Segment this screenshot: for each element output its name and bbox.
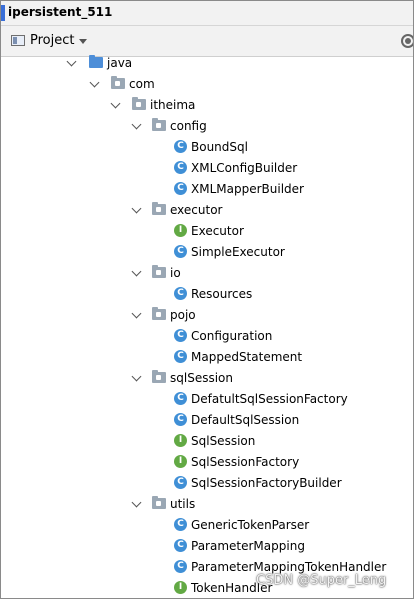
chevron-down-icon[interactable] bbox=[131, 308, 142, 319]
tree-node-label: Executor bbox=[191, 224, 244, 238]
tree-node-label: pojo bbox=[170, 308, 196, 322]
tree-node-resources[interactable]: C Resources bbox=[1, 284, 413, 304]
interface-icon: I bbox=[174, 224, 187, 237]
class-icon: C bbox=[174, 476, 187, 489]
tree-node-xmlconfigbuilder[interactable]: C XMLConfigBuilder bbox=[1, 158, 413, 178]
package-folder-icon bbox=[152, 307, 166, 320]
chevron-down-icon[interactable] bbox=[131, 203, 142, 214]
chevron-down-icon[interactable] bbox=[66, 56, 77, 67]
chevron-down-icon[interactable] bbox=[131, 266, 142, 277]
watermark-text: CSDN @Super_Leng bbox=[256, 573, 387, 588]
package-folder-icon bbox=[152, 265, 166, 278]
package-folder-icon bbox=[111, 76, 125, 89]
class-icon: C bbox=[174, 161, 187, 174]
tree-node-java[interactable]: java bbox=[1, 53, 413, 73]
tree-node-label: GenericTokenParser bbox=[191, 518, 310, 532]
project-view-icon bbox=[11, 35, 25, 46]
tree-node-label: XMLMapperBuilder bbox=[191, 182, 304, 196]
tree-node-label: Resources bbox=[191, 287, 253, 301]
tree-node-label: SqlSessionFactoryBuilder bbox=[191, 476, 342, 490]
tree-node-config[interactable]: config bbox=[1, 116, 413, 136]
tree-node-label: SqlSessionFactory bbox=[191, 455, 300, 469]
tree-node-label: SimpleExecutor bbox=[191, 245, 285, 259]
class-icon: C bbox=[174, 518, 187, 531]
class-icon: C bbox=[174, 350, 187, 363]
tree-node-parametermapping[interactable]: C ParameterMapping bbox=[1, 536, 413, 556]
interface-icon: I bbox=[174, 581, 187, 594]
tree-node-mappedstatement[interactable]: C MappedStatement bbox=[1, 347, 413, 367]
tree-node-label: executor bbox=[170, 203, 223, 217]
tree-node-label: XMLConfigBuilder bbox=[191, 161, 298, 175]
package-folder-icon bbox=[132, 97, 146, 110]
project-view-selector[interactable]: Project bbox=[30, 33, 74, 48]
tree-node-label: DefaultSqlSession bbox=[191, 413, 300, 427]
interface-icon: I bbox=[174, 455, 187, 468]
tree-node-com[interactable]: com bbox=[1, 74, 413, 94]
tree-node-generictokenparser[interactable]: C GenericTokenParser bbox=[1, 515, 413, 535]
class-icon: C bbox=[174, 287, 187, 300]
tree-node-sqlsession-package[interactable]: sqlSession bbox=[1, 368, 413, 388]
tree-node-executor[interactable]: I Executor bbox=[1, 221, 413, 241]
tree-node-simpleexecutor[interactable]: C SimpleExecutor bbox=[1, 242, 413, 262]
tree-node-sqlsession[interactable]: I SqlSession bbox=[1, 431, 413, 451]
tree-node-itheima[interactable]: itheima bbox=[1, 95, 413, 115]
tree-node-label: com bbox=[129, 77, 155, 91]
class-icon: C bbox=[174, 245, 187, 258]
tree-node-label: SqlSession bbox=[191, 434, 256, 448]
tree-node-pojo[interactable]: pojo bbox=[1, 305, 413, 325]
project-tool-window: ipersistent_511 Project java com itheima bbox=[0, 0, 414, 599]
tree-node-label: itheima bbox=[150, 98, 196, 112]
tree-node-label: sqlSession bbox=[170, 371, 233, 385]
class-icon: C bbox=[174, 392, 187, 405]
gear-icon[interactable] bbox=[401, 34, 413, 48]
tree-node-label: utils bbox=[170, 497, 196, 511]
tree-node-xmlmapperbuilder[interactable]: C XMLMapperBuilder bbox=[1, 179, 413, 199]
tree-node-defaultsqlsession[interactable]: C DefaultSqlSession bbox=[1, 410, 413, 430]
window-title: ipersistent_511 bbox=[8, 5, 113, 19]
class-icon: C bbox=[174, 413, 187, 426]
tree-node-label: io bbox=[170, 266, 181, 280]
tree-node-configuration[interactable]: C Configuration bbox=[1, 326, 413, 346]
chevron-down-icon[interactable] bbox=[89, 77, 100, 88]
chevron-down-icon[interactable] bbox=[110, 98, 121, 109]
interface-icon: I bbox=[174, 434, 187, 447]
class-icon: C bbox=[174, 140, 187, 153]
title-bar: ipersistent_511 bbox=[1, 1, 413, 26]
tree-node-label: java bbox=[107, 56, 133, 70]
tree-node-boundsql[interactable]: C BoundSql bbox=[1, 137, 413, 157]
tree-node-label: BoundSql bbox=[191, 140, 248, 154]
package-folder-icon bbox=[152, 118, 166, 131]
tree-node-sqlsessionfactory[interactable]: I SqlSessionFactory bbox=[1, 452, 413, 472]
chevron-down-icon[interactable] bbox=[131, 119, 142, 130]
tree-node-label: config bbox=[170, 119, 207, 133]
title-accent-mark bbox=[1, 5, 5, 21]
package-folder-icon bbox=[152, 202, 166, 215]
tree-node-sqlsessionfactorybuilder[interactable]: C SqlSessionFactoryBuilder bbox=[1, 473, 413, 493]
chevron-down-icon[interactable] bbox=[131, 371, 142, 382]
package-folder-icon bbox=[152, 370, 166, 383]
tree-node-executor-package[interactable]: executor bbox=[1, 200, 413, 220]
class-icon: C bbox=[174, 329, 187, 342]
package-folder-icon bbox=[152, 496, 166, 509]
tree-node-io[interactable]: io bbox=[1, 263, 413, 283]
source-folder-icon bbox=[89, 55, 103, 68]
tree-node-defatultsqlsessionfactory[interactable]: C DefatultSqlSessionFactory bbox=[1, 389, 413, 409]
chevron-down-icon[interactable] bbox=[131, 497, 142, 508]
tree-node-label: MappedStatement bbox=[191, 350, 303, 364]
class-icon: C bbox=[174, 182, 187, 195]
tree-node-label: ParameterMapping bbox=[191, 539, 305, 553]
tree-node-label: DefatultSqlSessionFactory bbox=[191, 392, 348, 406]
class-icon: C bbox=[174, 560, 187, 573]
tree-node-utils[interactable]: utils bbox=[1, 494, 413, 514]
class-icon: C bbox=[174, 539, 187, 552]
caret-down-icon[interactable] bbox=[79, 39, 87, 44]
tree-node-label: Configuration bbox=[191, 329, 273, 343]
